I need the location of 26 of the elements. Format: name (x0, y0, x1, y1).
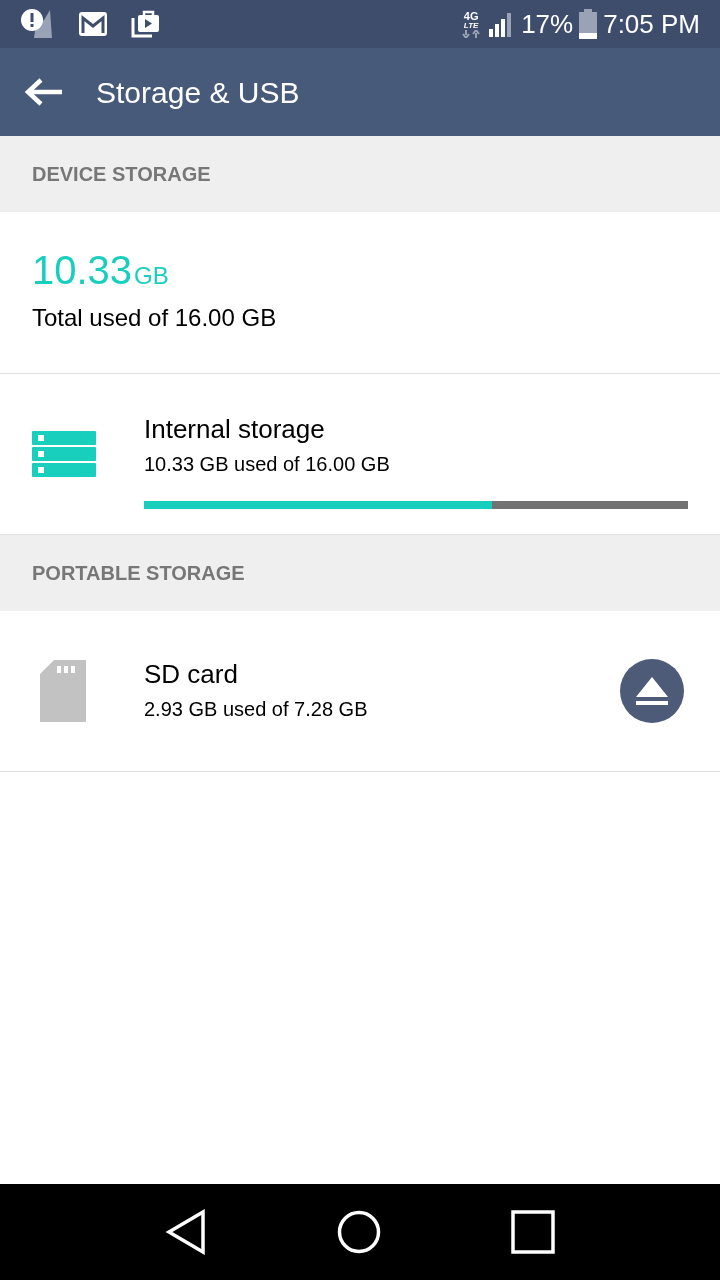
section-header: PORTABLE STORAGE (32, 561, 245, 586)
used-amount: 10.33 (32, 249, 133, 290)
storage-title: SD card (144, 657, 239, 691)
storage-title: Internal storage (144, 412, 326, 446)
used-unit: GB (134, 263, 169, 288)
storage-usage: 2.93 GB used of 7.28 GB (144, 697, 369, 723)
screen-title: Storage & USB (96, 74, 300, 111)
section-header: DEVICE STORAGE (32, 162, 211, 187)
back-nav-icon[interactable] (165, 1209, 207, 1255)
home-nav-icon[interactable] (337, 1210, 381, 1254)
battery-percent: 17% (521, 11, 574, 37)
battery-icon (579, 9, 598, 39)
storage-row[interactable]: SD card 2.93 GB used of 7.28 GB (0, 611, 720, 772)
mail-icon (78, 11, 108, 37)
eject-icon (634, 675, 670, 707)
storage-usage: 10.33 GB used of 16.00 GB (144, 452, 391, 478)
data-arrows-icon (461, 29, 482, 38)
network-type-label: LTE (463, 21, 479, 30)
storage-row[interactable]: Internal storage 10.33 GB used of 16.00 GB (0, 374, 720, 535)
network-type-label: 4G (463, 10, 479, 22)
clock: 7:05 PM (603, 11, 700, 37)
total-caption: Total used of 16.00 GB (32, 302, 278, 333)
storage-icon (32, 431, 96, 477)
recents-nav-icon[interactable] (511, 1210, 555, 1254)
sd-card-icon (40, 660, 86, 722)
back-arrow-icon[interactable] (24, 77, 64, 107)
